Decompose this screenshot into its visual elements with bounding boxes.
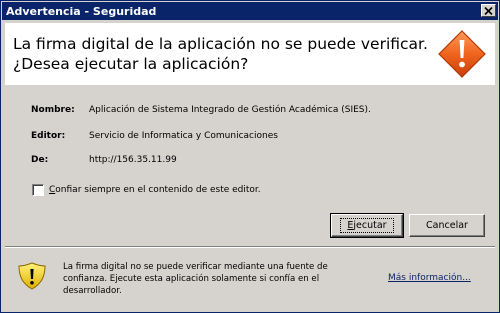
publisher-value: Servicio de Informatica y Comunicaciones	[89, 131, 278, 141]
footer-separator	[5, 246, 495, 248]
more-info-link[interactable]: Más información...	[388, 273, 471, 283]
more-info-text: ás información...	[395, 273, 471, 283]
header-panel: La firma digital de la aplicación no se …	[5, 23, 495, 85]
security-warning-dialog: Advertencia - Seguridad La firma digital…	[0, 0, 500, 313]
cancel-button[interactable]: Cancelar	[409, 214, 485, 237]
title-bar[interactable]: Advertencia - Seguridad	[2, 2, 498, 20]
trust-publisher-option[interactable]: Confiar siempre en el contenido de este …	[32, 184, 261, 196]
warning-shield-icon	[18, 262, 46, 290]
cancel-button-label: Cancelar	[426, 220, 468, 231]
header-line-2: ¿Desea ejecutar la aplicación?	[13, 55, 249, 73]
run-button-label: Ejecutar	[340, 218, 394, 233]
footer-message: La firma digital no se puede verificar m…	[63, 262, 328, 296]
warning-diamond-icon	[438, 30, 486, 78]
header-line-1: La firma digital de la aplicación no se …	[13, 35, 428, 53]
more-mnemonic: M	[388, 273, 396, 283]
close-icon	[484, 6, 493, 15]
trust-publisher-label[interactable]: Confiar siempre en el contenido de este …	[49, 185, 261, 195]
trust-label-text: onfiar siempre en el contenido de este e…	[55, 185, 261, 195]
from-value: http://156.35.11.99	[89, 155, 177, 165]
run-label-text: jecutar	[353, 220, 387, 231]
publisher-label: Editor:	[31, 131, 66, 141]
window-title: Advertencia - Seguridad	[6, 4, 157, 18]
run-button[interactable]: Ejecutar	[330, 213, 404, 238]
name-value: Aplicación de Sistema Integrado de Gesti…	[89, 105, 371, 115]
name-label: Nombre:	[31, 105, 75, 115]
trust-publisher-checkbox[interactable]	[32, 184, 44, 196]
header-message: La firma digital de la aplicación no se …	[13, 34, 428, 74]
from-label: De:	[31, 155, 49, 165]
close-button[interactable]	[481, 4, 496, 17]
